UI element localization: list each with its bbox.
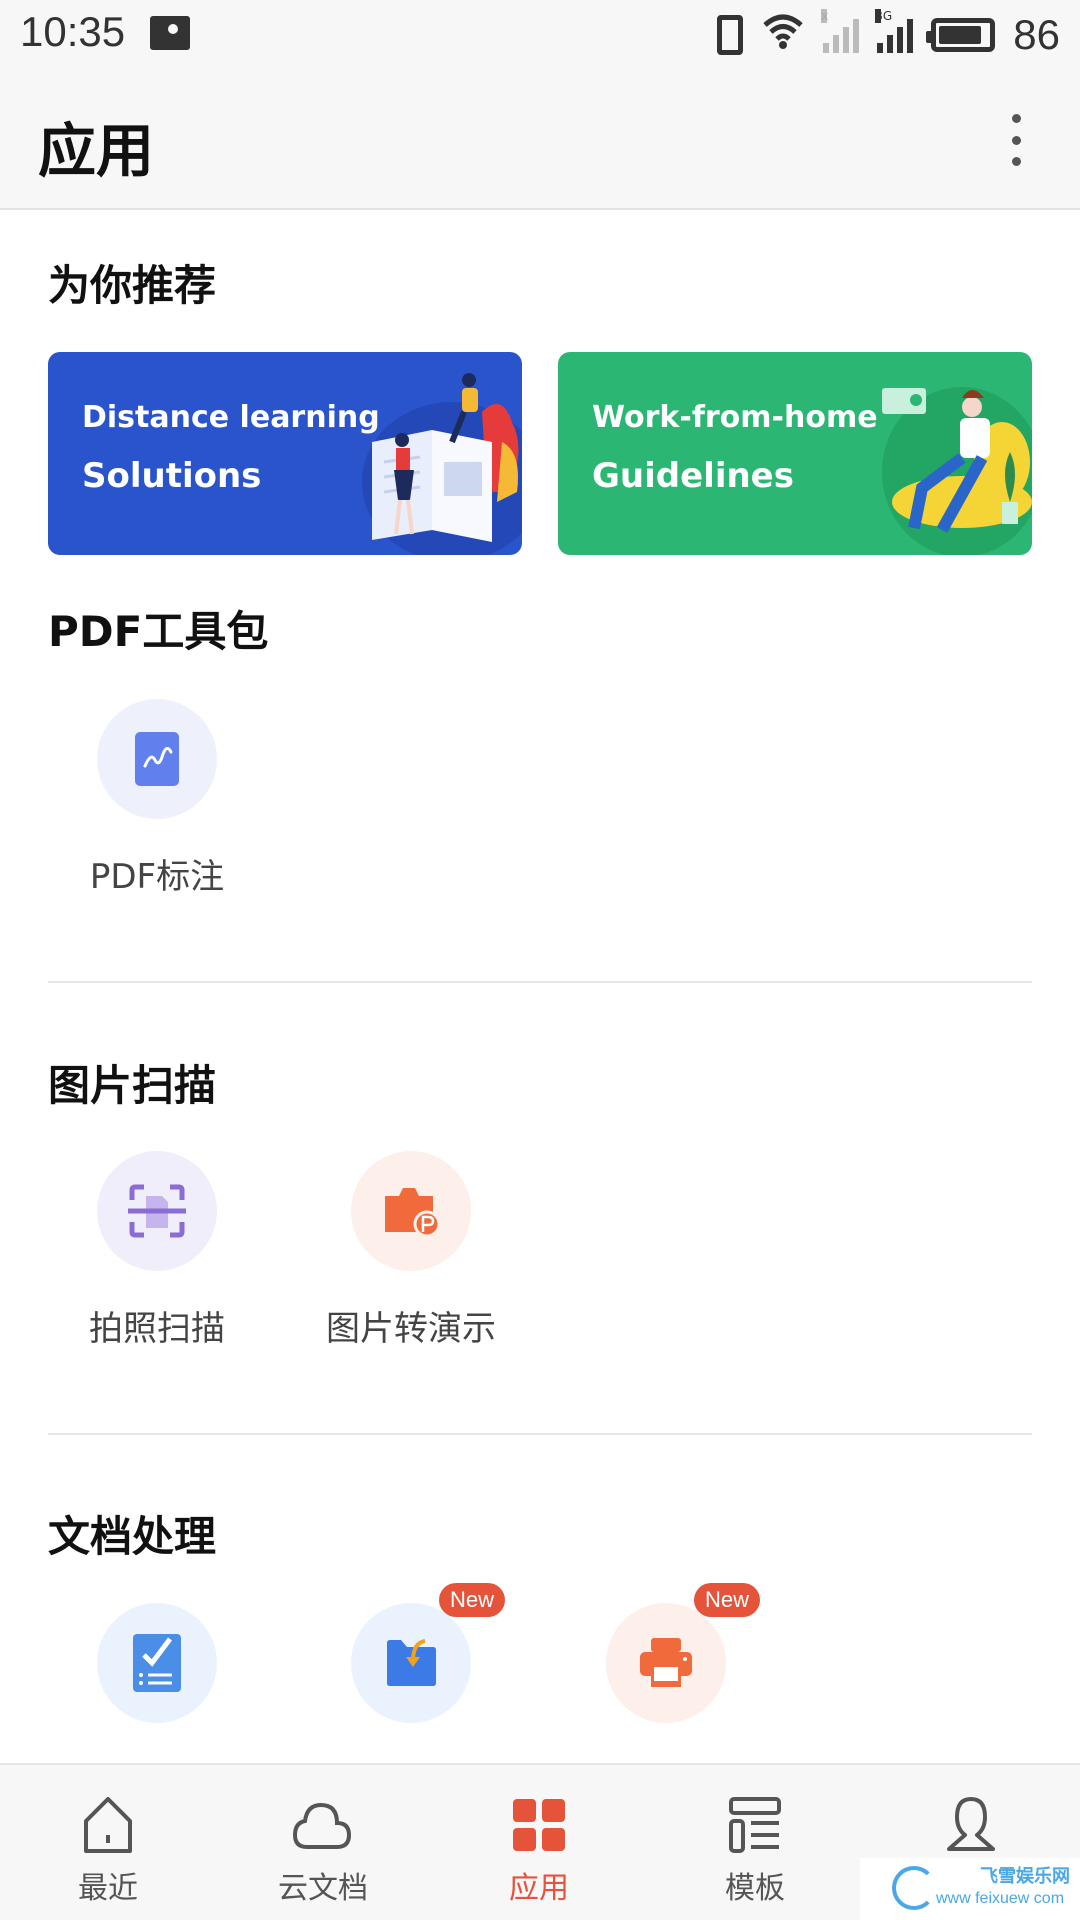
watermark-title: 飞雪娱乐网 [980, 1866, 1070, 1887]
tool-label: PDF标注 [89, 857, 225, 897]
home-icon [84, 1797, 132, 1853]
vibrate-icon [717, 15, 744, 55]
page-title: 应用 [38, 117, 155, 185]
nav-label: 最近 [78, 1871, 138, 1906]
nav-tab-recent[interactable]: 最近 [18, 1765, 198, 1920]
new-badge: New [694, 1583, 760, 1617]
nav-label: 模板 [725, 1871, 785, 1906]
signal-sim2-icon: 3G [875, 9, 914, 53]
battery-percent: 86 [1013, 11, 1060, 58]
nav-label: 应用 [509, 1871, 569, 1906]
banner-line2: Guidelines [592, 456, 794, 496]
nav-tab-templates[interactable]: 模板 [665, 1765, 845, 1920]
nav-label: 云文档 [278, 1871, 368, 1906]
status-bar: 10:35 x 3G 86 [0, 0, 1080, 70]
status-time: 10:35 [20, 8, 126, 55]
tool-label: 拍照扫描 [89, 1309, 225, 1349]
remote-work-illustration-icon [882, 387, 1032, 555]
section-title-image-scan: 图片扫描 [48, 1061, 217, 1110]
banner-line1: Work-from-home [592, 400, 878, 435]
watermark-logo-icon [892, 1866, 936, 1910]
nav-tab-cloud-docs[interactable]: 云文档 [233, 1765, 413, 1920]
signal-sim1-icon: x [821, 9, 860, 53]
cloud-icon [293, 1802, 352, 1849]
reading-illustration-icon [362, 373, 522, 555]
tool-label: 图片转演示 [326, 1309, 496, 1349]
person-icon [947, 1797, 995, 1851]
section-divider [48, 981, 1032, 983]
tool-image-to-ppt[interactable]: 图片转演示 [301, 1151, 521, 1351]
section-title-doc-processing: 文档处理 [48, 1512, 217, 1561]
banner-distance-learning[interactable]: Distance learning Solutions [48, 352, 522, 555]
doc-checklist-icon [133, 1634, 181, 1692]
scan-icon [128, 1184, 186, 1238]
section-title-pdf-toolkit: PDF工具包 [48, 607, 269, 656]
tool-pdf-annotate[interactable]: PDF标注 [47, 699, 267, 899]
battery-icon [926, 18, 996, 52]
section-title-recommend: 为你推荐 [48, 261, 217, 310]
gallery-notification-icon [150, 16, 190, 50]
more-vertical-icon [1011, 114, 1021, 123]
nav-tab-apps[interactable]: 应用 [449, 1765, 629, 1920]
banner-work-from-home[interactable]: Work-from-home Guidelines [558, 352, 1032, 555]
printer-icon [640, 1638, 692, 1687]
banner-line2: Solutions [82, 456, 262, 496]
section-divider [48, 1433, 1032, 1435]
app-header: 应用 [0, 70, 1080, 210]
tool-photo-scan[interactable]: 拍照扫描 [47, 1151, 267, 1351]
template-icon [729, 1797, 781, 1853]
camera-ppt-icon [385, 1188, 441, 1238]
more-options-button[interactable] [996, 108, 1036, 172]
watermark: 飞雪娱乐网 www feixuew com [860, 1858, 1080, 1920]
new-badge: New [439, 1583, 505, 1617]
pdf-annotate-icon [135, 732, 179, 786]
watermark-url: www feixuew com [936, 1890, 1065, 1907]
folder-import-icon [387, 1639, 436, 1686]
wifi-icon [761, 11, 805, 60]
apps-grid-icon [513, 1799, 565, 1851]
